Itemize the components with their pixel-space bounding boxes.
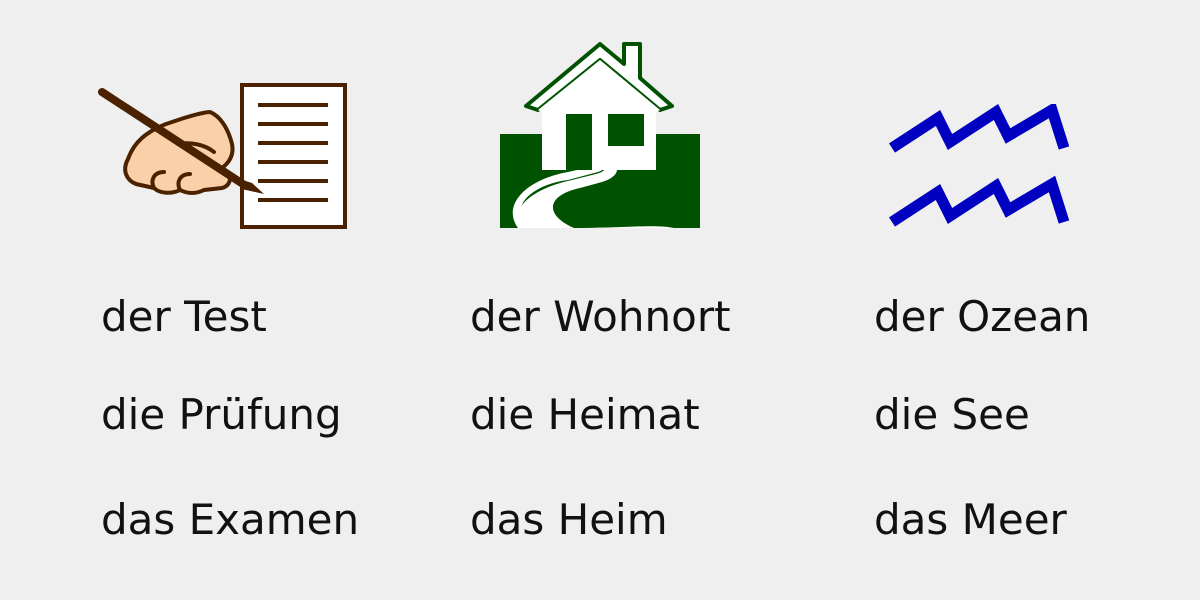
word-das-examen: das Examen bbox=[101, 495, 360, 544]
house-icon bbox=[500, 42, 700, 228]
word-die-pruefung: die Prüfung bbox=[101, 390, 342, 439]
writing-hand-icon bbox=[98, 83, 347, 229]
word-die-heimat: die Heimat bbox=[470, 390, 700, 439]
water-waves-icon bbox=[888, 104, 1070, 227]
word-der-ozean: der Ozean bbox=[874, 292, 1091, 341]
word-die-see: die See bbox=[874, 390, 1030, 439]
word-der-wohnort: der Wohnort bbox=[470, 292, 731, 341]
word-das-meer: das Meer bbox=[874, 495, 1067, 544]
word-das-heim: das Heim bbox=[470, 495, 668, 544]
vocabulary-page: der Test die Prüfung das Examen der Wohn… bbox=[0, 0, 1200, 600]
word-der-test: der Test bbox=[101, 292, 267, 341]
